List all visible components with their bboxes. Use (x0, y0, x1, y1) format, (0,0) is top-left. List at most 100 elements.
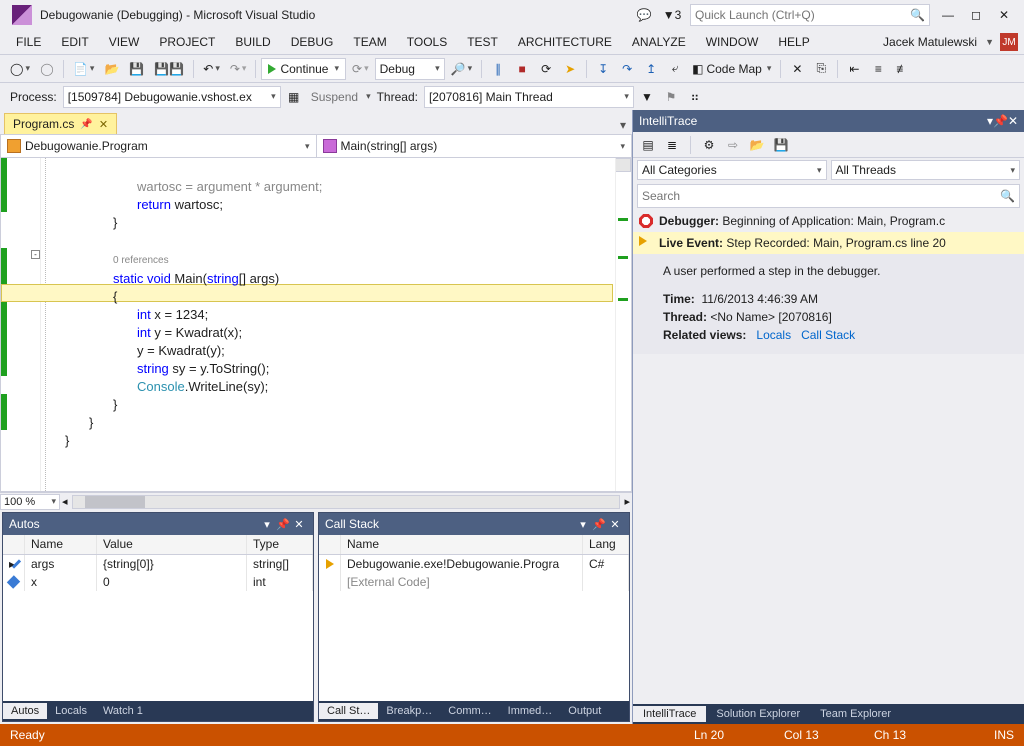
cycle-process-button[interactable]: ▦ (283, 86, 305, 108)
menu-test[interactable]: TEST (457, 32, 508, 52)
save-all-button[interactable]: 💾💾 (150, 58, 188, 80)
user-dropdown-icon[interactable]: ▼ (983, 37, 994, 47)
nav-forward-button[interactable]: ◯ (36, 58, 58, 80)
menu-view[interactable]: VIEW (99, 32, 150, 52)
close-icon[interactable]: ✕ (291, 518, 307, 531)
tab-intellitrace[interactable]: IntelliTrace (633, 706, 706, 722)
menu-project[interactable]: PROJECT (149, 32, 225, 52)
zoom-combo[interactable]: 100 %▾ (0, 494, 60, 510)
outline-collapse-icon[interactable]: - (31, 250, 40, 259)
step-into-specific-button[interactable]: ⤶ (664, 58, 686, 80)
nav-back-button[interactable]: ◯▾ (6, 58, 34, 80)
it-save-icon[interactable]: 💾 (772, 136, 790, 154)
col-name[interactable]: Name (341, 535, 583, 554)
event-row[interactable]: Debugger: Beginning of Application: Main… (633, 210, 1024, 232)
table-row[interactable]: Debugowanie.exe!Debugowanie.Progra C# (319, 555, 629, 573)
tab-immediate[interactable]: Immed… (500, 703, 561, 719)
menu-build[interactable]: BUILD (225, 32, 280, 52)
code-editor[interactable]: - wartosc = argument * argument; return … (0, 158, 632, 492)
filter-categories-combo[interactable]: All Categories▾ (637, 160, 827, 180)
pin-icon[interactable]: 📌 (275, 518, 291, 531)
editor-gutter[interactable]: - (1, 158, 41, 491)
nav-type-combo[interactable]: Debugowanie.Program▾ (1, 135, 317, 157)
menu-debug[interactable]: DEBUG (281, 32, 344, 52)
close-icon[interactable]: ✕ (607, 518, 623, 531)
redo-button[interactable]: ↷▾ (226, 58, 251, 80)
tab-watch1[interactable]: Watch 1 (95, 703, 151, 719)
menu-tools[interactable]: TOOLS (397, 32, 457, 52)
comment-button[interactable]: ≡ (867, 58, 889, 80)
it-forward-icon[interactable]: ⇨ (724, 136, 742, 154)
codemap-button[interactable]: ◧Code Map▾ (688, 58, 775, 80)
menu-analyze[interactable]: ANALYZE (622, 32, 696, 52)
hscroll-right-icon[interactable]: ▸ (622, 495, 632, 508)
pin-icon[interactable]: 📌 (80, 119, 92, 130)
tab-callstack[interactable]: Call St… (319, 703, 378, 719)
flag-button[interactable]: ⚑ (660, 86, 682, 108)
tab-autos[interactable]: Autos (3, 703, 47, 719)
thread-combo[interactable]: [2070816] Main Thread▾ (424, 86, 634, 108)
intellitrace-search-input[interactable] (642, 189, 1000, 203)
col-type[interactable]: Type (247, 535, 313, 554)
restart-button[interactable]: ⟳▾ (348, 58, 373, 80)
open-button[interactable]: 📂 (100, 58, 123, 80)
document-tab[interactable]: Program.cs 📌 ✕ (4, 113, 117, 134)
save-button[interactable]: 💾 (125, 58, 148, 80)
misc-button-2[interactable]: ⎘ (810, 58, 832, 80)
outdent-button[interactable]: ⇤ (843, 58, 865, 80)
misc-button-1[interactable]: ✕ (786, 58, 808, 80)
quick-launch[interactable]: 🔍 (690, 4, 930, 26)
stackframe-button[interactable]: ⠶ (684, 86, 706, 108)
menu-edit[interactable]: EDIT (51, 32, 98, 52)
hscroll-left-icon[interactable]: ◂ (60, 495, 70, 508)
search-icon[interactable]: 🔍 (1000, 189, 1015, 203)
new-project-button[interactable]: 📄▾ (69, 58, 98, 80)
feedback-icon[interactable]: 💬 (630, 3, 658, 27)
table-row[interactable]: [External Code] (319, 573, 629, 591)
col-value[interactable]: Value (97, 535, 247, 554)
step-into-button[interactable]: ↧ (592, 58, 614, 80)
tab-locals[interactable]: Locals (47, 703, 95, 719)
col-lang[interactable]: Lang (583, 535, 629, 554)
window-position-icon[interactable]: ▾ (259, 518, 275, 531)
code-body[interactable]: wartosc = argument * argument; return wa… (41, 158, 631, 491)
step-out-button[interactable]: ↥ (640, 58, 662, 80)
callstack-header[interactable]: Call Stack ▾ 📌 ✕ (319, 513, 629, 535)
continue-button[interactable]: Continue ▾ (261, 58, 346, 80)
col-name[interactable]: Name (25, 535, 97, 554)
table-row[interactable]: x 0 int (3, 573, 313, 591)
tab-command[interactable]: Comm… (440, 703, 499, 719)
stop-button[interactable]: ■ (511, 58, 533, 80)
signed-in-user[interactable]: Jacek Matulewski (883, 35, 977, 49)
close-button[interactable]: ✕ (990, 3, 1018, 27)
close-icon[interactable]: ✕ (1008, 114, 1018, 128)
table-row[interactable]: ▸ args {string[0]} string[] (3, 555, 313, 573)
menu-file[interactable]: FILE (6, 32, 51, 52)
filter-threads-combo[interactable]: All Threads▾ (831, 160, 1021, 180)
tab-overflow-icon[interactable]: ▾ (614, 116, 632, 134)
uncomment-button[interactable]: ≢ (891, 58, 913, 80)
hscroll-thumb[interactable] (85, 496, 145, 508)
search-icon[interactable]: 🔍 (910, 8, 925, 22)
menu-window[interactable]: WINDOW (696, 32, 769, 52)
it-open-icon[interactable]: 📂 (748, 136, 766, 154)
user-avatar[interactable]: JM (1000, 33, 1018, 51)
undo-button[interactable]: ↶▾ (199, 58, 224, 80)
menu-team[interactable]: TEAM (343, 32, 396, 52)
pin-icon[interactable]: 📌 (993, 114, 1008, 128)
menu-architecture[interactable]: ARCHITECTURE (508, 32, 622, 52)
restart-debug-button[interactable]: ⟳ (535, 58, 557, 80)
link-callstack[interactable]: Call Stack (801, 328, 855, 342)
filter-button[interactable]: ▼ (636, 86, 658, 108)
window-position-icon[interactable]: ▾ (575, 518, 591, 531)
step-over-button[interactable]: ↷ (616, 58, 638, 80)
quick-launch-input[interactable] (695, 8, 910, 22)
codelens[interactable]: 0 references (41, 255, 169, 266)
it-gear-icon[interactable]: ⚙ (700, 136, 718, 154)
event-row[interactable]: Live Event: Step Recorded: Main, Program… (633, 232, 1024, 254)
menu-help[interactable]: HELP (768, 32, 819, 52)
intellitrace-search[interactable]: 🔍 (637, 184, 1020, 208)
find-in-files-button[interactable]: 🔎▾ (447, 58, 476, 80)
intellitrace-header[interactable]: IntelliTrace ▾ 📌 ✕ (633, 110, 1024, 132)
pause-button[interactable]: ∥ (487, 58, 509, 80)
